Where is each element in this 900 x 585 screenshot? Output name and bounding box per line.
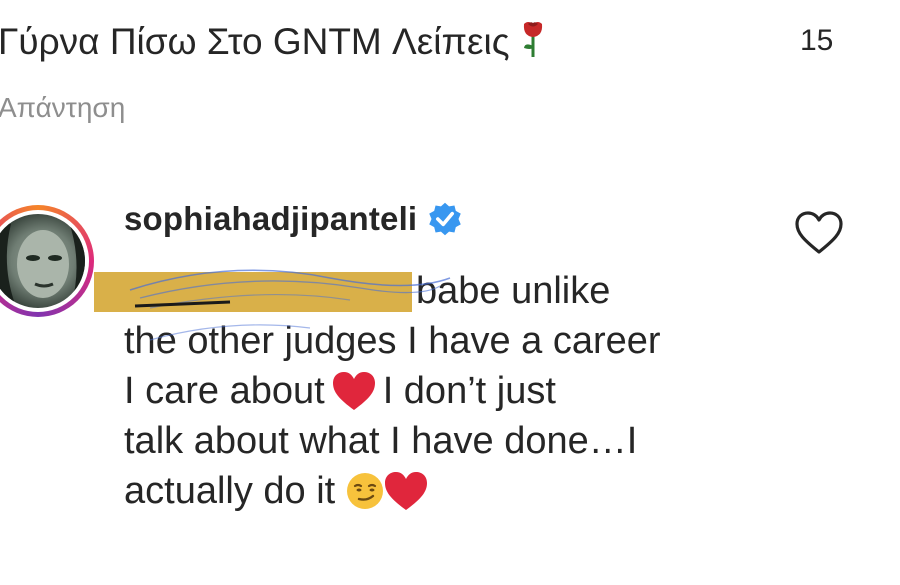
rose-icon [523, 22, 542, 57]
comment-text: babe unlike the other judges I have a ca… [94, 266, 784, 516]
comment-line-text: I don’t just [382, 370, 556, 412]
red-heart-icon [332, 372, 375, 410]
previous-comment-text-row: Γύρνα Πίσω Στο GNTM Λείπεις [0, 14, 718, 70]
comment-line-text: babe unlike [416, 270, 611, 312]
comment-line-text: talk about what I have done…I [124, 420, 638, 462]
comment-line: I care about I don’t just [124, 366, 784, 416]
redacted-mention [94, 272, 412, 312]
previous-comment: Γύρνα Πίσω Στο GNTM Λείπεις [0, 14, 718, 70]
reply-button[interactable]: Απάντηση [0, 88, 125, 128]
heart-outline-icon[interactable] [794, 210, 844, 256]
comment-line: actually do it [124, 466, 784, 516]
heart-outline-icon[interactable] [806, 0, 840, 6]
comment-line-text: actually do it [124, 470, 336, 512]
comment-line: the other judges I have a career [124, 316, 784, 366]
comment-line-text: the other judges I have a career [124, 320, 661, 362]
comment-line-text: I care about [124, 370, 325, 412]
verified-badge-icon [429, 202, 462, 236]
comment-line: babe unlike [94, 266, 784, 316]
username-link[interactable]: sophiahadjipanteli [124, 200, 417, 238]
comment-line: talk about what I have done…I [124, 416, 784, 466]
avatar[interactable] [0, 205, 94, 317]
red-heart-icon [385, 472, 428, 510]
comment-header: sophiahadjipanteli [124, 200, 463, 238]
previous-comment-like-count: 15 [800, 24, 834, 57]
previous-comment-text: Γύρνα Πίσω Στο GNTM Λείπεις [0, 21, 510, 62]
smirking-face-icon [347, 473, 384, 509]
